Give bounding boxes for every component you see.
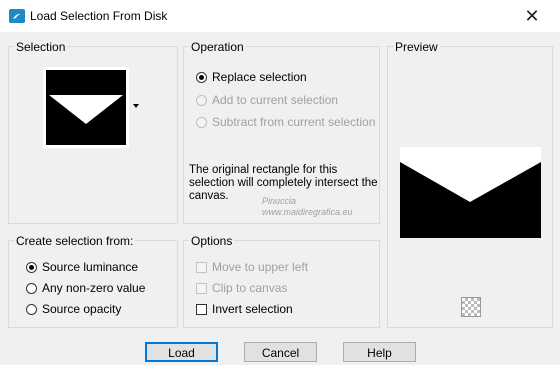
- checkbox[interactable]: [196, 282, 207, 294]
- radio-label: Any non-zero value: [42, 281, 146, 295]
- watermark-line2: www.maidiregrafica.eu: [262, 207, 353, 217]
- radio-button[interactable]: [196, 116, 207, 128]
- checkbox-label: Clip to canvas: [212, 281, 288, 295]
- help-button[interactable]: Help: [343, 342, 416, 362]
- preview-group-label: Preview: [393, 40, 440, 54]
- radio-button[interactable]: [196, 94, 207, 106]
- checkbox[interactable]: [196, 303, 207, 315]
- transparency-toggle-icon[interactable]: [461, 297, 481, 317]
- close-icon[interactable]: ✕: [517, 6, 547, 28]
- app-icon: [9, 9, 25, 23]
- radio-subtract-from-selection[interactable]: Subtract from current selection: [196, 114, 375, 130]
- watermark-line1: Pinuccia: [262, 196, 297, 206]
- create-from-group-label: Create selection from:: [14, 234, 136, 248]
- radio-label: Replace selection: [212, 70, 307, 84]
- checkbox[interactable]: [196, 261, 207, 273]
- selection-thumbnail-image: [46, 70, 126, 145]
- selection-group-label: Selection: [14, 40, 68, 54]
- chevron-down-icon[interactable]: [133, 104, 139, 108]
- radio-label: Subtract from current selection: [212, 115, 376, 129]
- radio-button[interactable]: [26, 261, 37, 273]
- load-button[interactable]: Load: [145, 342, 218, 362]
- checkbox-invert-selection[interactable]: Invert selection: [196, 301, 293, 317]
- radio-button[interactable]: [26, 303, 37, 315]
- checkbox-label: Invert selection: [212, 302, 293, 316]
- radio-button[interactable]: [26, 282, 37, 294]
- title-bar: Load Selection From Disk ✕: [0, 0, 560, 32]
- radio-label: Source opacity: [42, 302, 122, 316]
- selection-thumbnail[interactable]: [43, 67, 129, 148]
- radio-add-to-selection[interactable]: Add to current selection: [196, 92, 338, 108]
- radio-button[interactable]: [196, 71, 207, 83]
- radio-label: Add to current selection: [212, 93, 339, 107]
- checkbox-label: Move to upper left: [212, 260, 309, 274]
- radio-source-luminance[interactable]: Source luminance: [26, 259, 138, 275]
- preview-shape: [400, 147, 541, 202]
- operation-group-label: Operation: [189, 40, 246, 54]
- radio-replace-selection[interactable]: Replace selection: [196, 69, 307, 85]
- radio-label: Source luminance: [42, 260, 139, 274]
- selection-shape: [49, 95, 123, 124]
- cancel-button[interactable]: Cancel: [244, 342, 317, 362]
- checkbox-clip-to-canvas[interactable]: Clip to canvas: [196, 280, 287, 296]
- radio-any-non-zero-value[interactable]: Any non-zero value: [26, 280, 145, 296]
- preview-image: [400, 147, 541, 238]
- watermark: Pinuccia www.maidiregrafica.eu: [262, 196, 353, 218]
- options-group-label: Options: [189, 234, 235, 248]
- checkbox-move-to-upper-left[interactable]: Move to upper left: [196, 259, 308, 275]
- radio-source-opacity[interactable]: Source opacity: [26, 301, 121, 317]
- window-title: Load Selection From Disk: [30, 9, 168, 23]
